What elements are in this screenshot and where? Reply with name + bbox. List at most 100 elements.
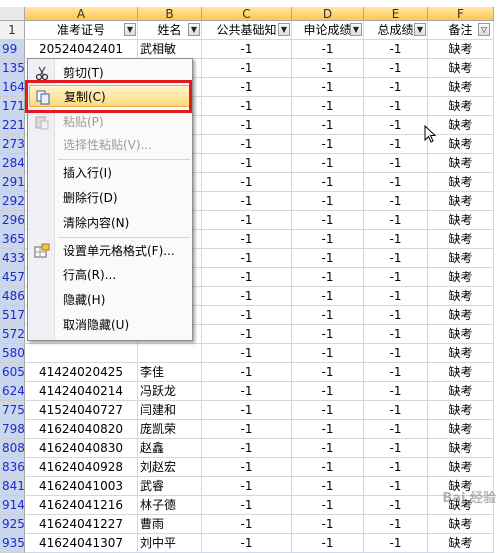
cell-essay-score[interactable]: -1	[292, 97, 364, 116]
cell-exam-id[interactable]	[25, 344, 138, 363]
cell-name[interactable]: 闫建和	[138, 401, 202, 420]
cell-public-basics[interactable]: -1	[202, 287, 292, 306]
cell-exam-id[interactable]: 41524040727	[25, 401, 138, 420]
cell-name[interactable]: 李佳	[138, 363, 202, 382]
cell-exam-id[interactable]: 41624041003	[25, 477, 138, 496]
cell-public-basics[interactable]: -1	[202, 135, 292, 154]
row-header[interactable]: 808	[0, 439, 25, 458]
cell-public-basics[interactable]: -1	[202, 363, 292, 382]
menu-item-unhide[interactable]: 取消隐藏(U)	[29, 314, 191, 336]
cell-total-score[interactable]: -1	[364, 59, 428, 78]
column-header-b[interactable]: B	[138, 7, 202, 21]
cell-public-basics[interactable]: -1	[202, 458, 292, 477]
cell-remark[interactable]: 缺考	[428, 534, 494, 553]
cell-remark[interactable]: 缺考	[428, 325, 494, 344]
cell-exam-id[interactable]: 41624041216	[25, 496, 138, 515]
cell-exam-id[interactable]: 41424040214	[25, 382, 138, 401]
cell-public-basics[interactable]: -1	[202, 515, 292, 534]
menu-item-row-height[interactable]: 行高(R)...	[29, 264, 191, 286]
cell-remark[interactable]: 缺考	[428, 211, 494, 230]
cell-remark[interactable]: 缺考	[428, 420, 494, 439]
cell-essay-score[interactable]: -1	[292, 116, 364, 135]
cell-remark[interactable]: 缺考	[428, 268, 494, 287]
cell-total-score[interactable]: -1	[364, 477, 428, 496]
cell-public-basics[interactable]: -1	[202, 59, 292, 78]
cell-public-basics[interactable]: -1	[202, 420, 292, 439]
cell-essay-score[interactable]: -1	[292, 211, 364, 230]
cell-remark[interactable]: 缺考	[428, 192, 494, 211]
column-header-e[interactable]: E	[364, 7, 428, 21]
row-header[interactable]: 572	[0, 325, 25, 344]
row-header[interactable]: 775	[0, 401, 25, 420]
cell-remark[interactable]: 缺考	[428, 40, 494, 59]
cell-public-basics[interactable]: -1	[202, 154, 292, 173]
cell-essay-score[interactable]: -1	[292, 306, 364, 325]
cell-public-basics[interactable]: -1	[202, 382, 292, 401]
cell-remark[interactable]: 缺考	[428, 382, 494, 401]
cell-remark[interactable]: 缺考	[428, 287, 494, 306]
filter-active-icon[interactable]: ▽	[478, 23, 490, 36]
cell-essay-score[interactable]: -1	[292, 154, 364, 173]
row-header[interactable]: 836	[0, 458, 25, 477]
cell-public-basics[interactable]: -1	[202, 249, 292, 268]
cell-name[interactable]: 武睿	[138, 477, 202, 496]
row-header[interactable]: 486	[0, 287, 25, 306]
cell-name[interactable]: 刘中平	[138, 534, 202, 553]
cell-remark[interactable]: 缺考	[428, 515, 494, 534]
cell-remark[interactable]: 缺考	[428, 97, 494, 116]
cell-essay-score[interactable]: -1	[292, 325, 364, 344]
cell-total-score[interactable]: -1	[364, 534, 428, 553]
cell-essay-score[interactable]: -1	[292, 173, 364, 192]
cell-exam-id[interactable]: 20524042401	[25, 40, 138, 59]
row-header[interactable]: 99	[0, 40, 25, 59]
select-all-corner[interactable]	[0, 7, 25, 21]
cell-essay-score[interactable]: -1	[292, 458, 364, 477]
cell-public-basics[interactable]: -1	[202, 344, 292, 363]
menu-item-paste[interactable]: 粘贴(P)	[29, 111, 191, 133]
cell-public-basics[interactable]: -1	[202, 268, 292, 287]
cell-exam-id[interactable]: 41624040820	[25, 420, 138, 439]
cell-total-score[interactable]: -1	[364, 97, 428, 116]
cell-total-score[interactable]: -1	[364, 496, 428, 515]
row-header[interactable]: 580	[0, 344, 25, 363]
row-header[interactable]: 135	[0, 59, 25, 78]
filter-dropdown-e[interactable]: ▼	[414, 23, 426, 36]
menu-item-format-cells[interactable]: 设置单元格格式(F)...	[29, 240, 191, 262]
cell-essay-score[interactable]: -1	[292, 249, 364, 268]
cell-total-score[interactable]: -1	[364, 382, 428, 401]
cell-exam-id[interactable]: 41624040928	[25, 458, 138, 477]
cell-remark[interactable]: 缺考	[428, 401, 494, 420]
row-header[interactable]: 164	[0, 78, 25, 97]
cell-essay-score[interactable]: -1	[292, 78, 364, 97]
cell-public-basics[interactable]: -1	[202, 40, 292, 59]
row-header[interactable]: 605	[0, 363, 25, 382]
row-header[interactable]: 798	[0, 420, 25, 439]
cell-exam-id[interactable]: 41624040830	[25, 439, 138, 458]
cell-name[interactable]: 冯跃龙	[138, 382, 202, 401]
cell-remark[interactable]: 缺考	[428, 230, 494, 249]
cell-total-score[interactable]: -1	[364, 515, 428, 534]
cell-essay-score[interactable]: -1	[292, 382, 364, 401]
cell-essay-score[interactable]: -1	[292, 192, 364, 211]
row-header[interactable]: 365	[0, 230, 25, 249]
filter-dropdown-b[interactable]: ▼	[188, 23, 200, 36]
cell-total-score[interactable]: -1	[364, 154, 428, 173]
cell-total-score[interactable]: -1	[364, 458, 428, 477]
cell-public-basics[interactable]: -1	[202, 116, 292, 135]
menu-item-delete-row[interactable]: 删除行(D)	[29, 187, 191, 209]
cell-total-score[interactable]: -1	[364, 135, 428, 154]
row-header[interactable]: 284	[0, 154, 25, 173]
row-header[interactable]: 935	[0, 534, 25, 553]
menu-item-hide[interactable]: 隐藏(H)	[29, 289, 191, 311]
cell-name[interactable]	[138, 344, 202, 363]
cell-total-score[interactable]: -1	[364, 78, 428, 97]
cell-total-score[interactable]: -1	[364, 420, 428, 439]
cell-total-score[interactable]: -1	[364, 211, 428, 230]
cell-total-score[interactable]: -1	[364, 363, 428, 382]
cell-total-score[interactable]: -1	[364, 306, 428, 325]
row-header[interactable]: 624	[0, 382, 25, 401]
row-header[interactable]: 925	[0, 515, 25, 534]
cell-essay-score[interactable]: -1	[292, 135, 364, 154]
menu-item-paste-special[interactable]: 选择性粘贴(V)...	[29, 134, 191, 156]
cell-public-basics[interactable]: -1	[202, 477, 292, 496]
